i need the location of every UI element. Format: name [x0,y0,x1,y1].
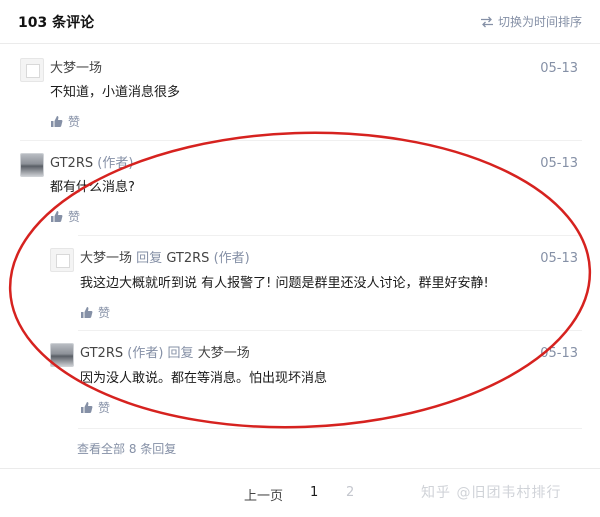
comment-date: 05-13 [540,156,578,171]
view-all-replies-link[interactable]: 查看全部 8 条回复 [77,440,176,457]
author-tag: (作者) [127,346,164,361]
like-label: 赞 [98,306,111,320]
reply-to-author[interactable]: GT2RS [166,251,209,266]
author-tag: (作者) [97,156,134,171]
swap-icon [480,16,493,27]
reply-word: 回复 [167,346,194,361]
like-label: 赞 [68,210,81,224]
page-2-button[interactable]: 2 [346,485,354,500]
reply-date: 05-13 [540,251,578,266]
comments-header: 103 条评论 切换为时间排序 [0,0,600,44]
sort-toggle-button[interactable]: 切换为时间排序 [480,13,582,30]
divider [78,235,582,236]
divider [20,140,582,141]
divider [78,330,582,331]
comment-author[interactable]: GT2RS [50,156,93,171]
comment-date: 05-13 [540,61,578,76]
avatar[interactable] [50,248,74,272]
comment-author[interactable]: 大梦一场 [50,61,102,76]
watermark: 知乎 @旧团韦村排行 [421,485,562,501]
page-1-button[interactable]: 1 [310,485,318,500]
reply-author[interactable]: GT2RS [80,346,123,361]
like-label: 赞 [98,401,111,415]
reply-text: 因为没人敢说。都在等消息。怕出现坏消息 [80,371,328,386]
avatar[interactable] [50,343,74,367]
author-tag: (作者) [213,251,250,266]
comment-text: 都有什么消息? [50,180,135,195]
like-button[interactable]: 赞 [50,113,80,130]
reply-text: 我这边大概就听到说 有人报警了! 问题是群里还没人讨论，群里好安静! [80,276,489,291]
avatar[interactable] [20,153,44,177]
avatar[interactable] [20,58,44,82]
reply-date: 05-13 [540,346,578,361]
thumbs-up-icon [51,116,63,127]
prev-page-button[interactable]: 上一页 [244,485,283,504]
thumbs-up-icon [51,211,63,222]
reply-word: 回复 [136,251,163,266]
divider [78,428,582,429]
thumbs-up-icon [81,307,93,318]
comment-text: 不知道，小道消息很多 [50,85,181,100]
comment-count: 103 条评论 [18,15,95,31]
like-button[interactable]: 赞 [50,208,80,225]
like-label: 赞 [68,115,81,129]
reply-author[interactable]: 大梦一场 [80,251,132,266]
like-button[interactable]: 赞 [80,399,110,416]
reply-to-author[interactable]: 大梦一场 [198,346,250,361]
sort-toggle-label: 切换为时间排序 [497,15,582,29]
thumbs-up-icon [81,402,93,413]
like-button[interactable]: 赞 [80,304,110,321]
